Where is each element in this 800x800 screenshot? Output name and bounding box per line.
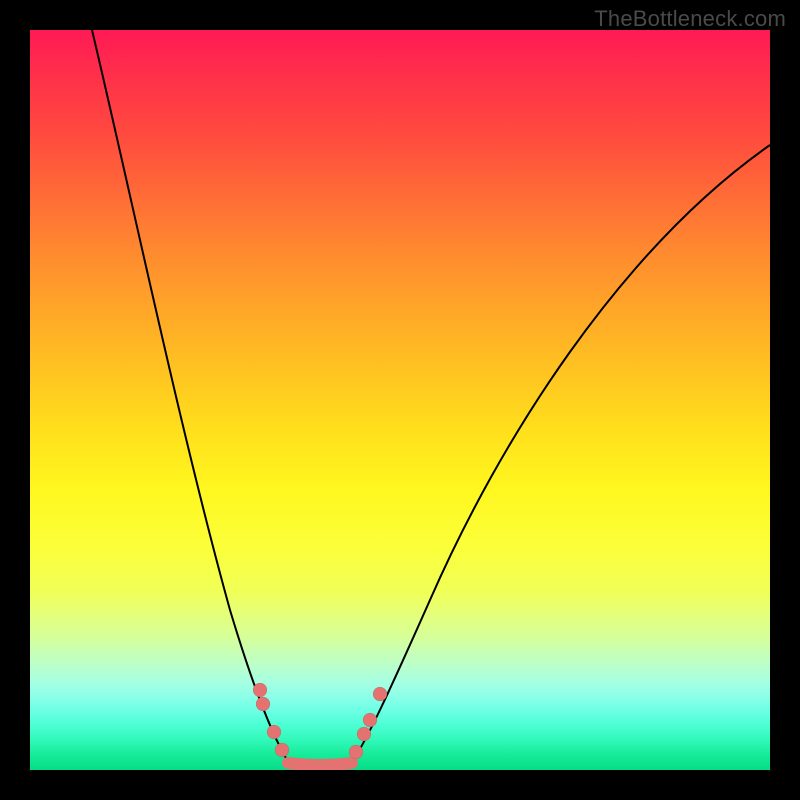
curve-right: [348, 145, 770, 768]
marker-dot: [256, 697, 270, 711]
valley-band: [288, 763, 352, 765]
marker-dot: [253, 683, 267, 697]
marker-dot: [373, 687, 387, 701]
bottleneck-curve: [30, 30, 770, 770]
marker-dot: [363, 713, 377, 727]
marker-dot: [267, 725, 281, 739]
marker-dot: [275, 743, 289, 757]
chart-frame: TheBottleneck.com: [0, 0, 800, 800]
curve-left: [92, 30, 292, 768]
watermark-text: TheBottleneck.com: [594, 6, 786, 32]
plot-area: [30, 30, 770, 770]
marker-dot: [357, 727, 371, 741]
marker-dot: [349, 745, 363, 759]
